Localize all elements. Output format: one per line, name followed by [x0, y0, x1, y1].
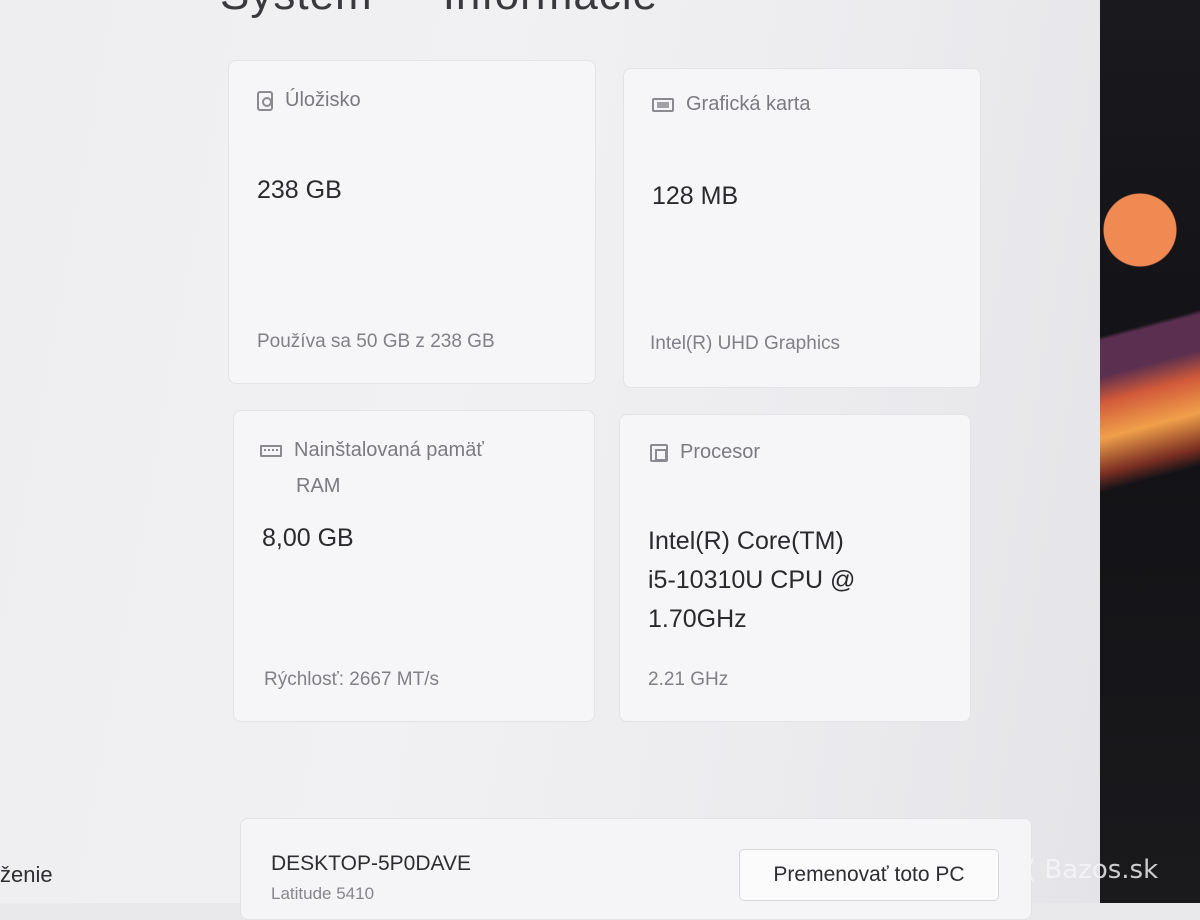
page-title-left: Systém [220, 0, 373, 19]
graphics-memory: 128 MB [652, 182, 739, 210]
graphics-adapter-name: Intel(R) UHD Graphics [650, 333, 841, 354]
watermark-text: @( Bazos.sk [1000, 855, 1159, 885]
processor-name-line2: i5-10310U CPU @ [648, 566, 856, 594]
processor-name-line3: 1.70GHz [648, 605, 747, 633]
ram-card-header: Nainštalovaná pamäť [260, 439, 484, 462]
ram-card: Nainštalovaná pamäť RAM 8,00 GB Rýchlosť… [233, 410, 595, 722]
sidebar-item-partial[interactable]: ženie [0, 862, 53, 888]
graphics-card-title: Grafická karta [686, 93, 811, 115]
graphics-card: Grafická karta 128 MB Intel(R) UHD Graph… [623, 68, 981, 388]
rename-pc-button[interactable]: Premenovať toto PC [739, 849, 999, 901]
graphics-card-header: Grafická karta [652, 93, 810, 116]
storage-card: Úložisko 238 GB Používa sa 50 GB z 238 G… [228, 60, 596, 384]
device-model: Latitude 5410 [271, 884, 375, 903]
processor-card: Procesor Intel(R) Core(TM) i5-10310U CPU… [619, 414, 971, 722]
ram-card-title-line2: RAM [296, 475, 340, 498]
storage-card-header: Úložisko [257, 89, 361, 112]
storage-capacity: 238 GB [257, 176, 342, 204]
processor-icon [650, 443, 668, 462]
display-adapter-icon [652, 97, 674, 112]
processor-name-line1: Intel(R) Core(TM) [648, 527, 844, 555]
wallpaper [1100, 180, 1200, 600]
processor-clock: 2.21 GHz [648, 669, 729, 690]
page-title-right: Informácie [443, 0, 658, 19]
processor-card-title: Procesor [680, 441, 761, 463]
page-title: Systém Informácie [220, 0, 658, 20]
memory-icon [260, 444, 282, 457]
settings-window: Systém Informácie Úložisko 238 GB Používa… [0, 0, 1110, 920]
ram-installed: 8,00 GB [262, 524, 354, 552]
device-name-panel: DESKTOP-5P0DAVE Latitude 5410 Premenovať… [240, 818, 1032, 920]
storage-card-title: Úložisko [285, 89, 361, 111]
storage-usage: Používa sa 50 GB z 238 GB [257, 331, 495, 352]
device-name: DESKTOP-5P0DAVE [271, 852, 471, 875]
hard-drive-icon [257, 90, 273, 111]
ram-card-title-2: RAM [296, 475, 341, 497]
processor-card-header: Procesor [650, 441, 760, 464]
ram-speed: Rýchlosť: 2667 MT/s [264, 669, 440, 690]
ram-card-title: Nainštalovaná pamäť [294, 439, 484, 461]
